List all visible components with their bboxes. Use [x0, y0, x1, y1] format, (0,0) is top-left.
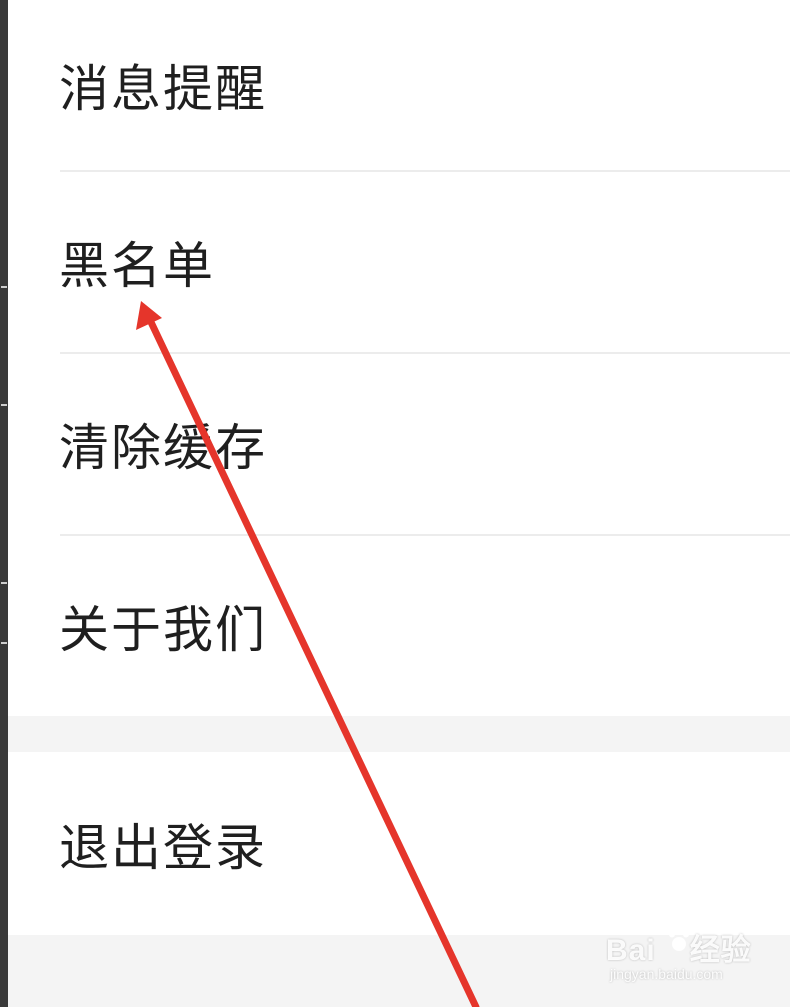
menu-item-message-reminder[interactable]: 消息提醒 — [8, 0, 790, 170]
watermark-brand-right: 经验 — [689, 934, 752, 967]
logout-label: 退出登录 — [59, 818, 267, 877]
settings-menu-group: 消息提醒 黑名单 清除缓存 关于我们 — [8, 0, 790, 716]
menu-item-blacklist[interactable]: 黑名单 — [8, 172, 790, 352]
logout-button[interactable]: 退出登录 — [8, 752, 790, 935]
edge-tick — [1, 286, 7, 288]
edge-tick — [1, 582, 7, 584]
left-edge-strip — [0, 0, 8, 1007]
settings-screen: 消息提醒 黑名单 清除缓存 关于我们 退出登录 — [8, 0, 790, 1007]
edge-tick — [1, 404, 7, 406]
baidu-jingyan-watermark: Bai 经验 jingyan.baidu.com — [606, 925, 756, 991]
paw-icon — [668, 925, 690, 951]
menu-item-about-us[interactable]: 关于我们 — [8, 536, 790, 716]
logout-group: 退出登录 — [8, 752, 790, 935]
menu-item-label: 清除缓存 — [59, 419, 267, 477]
edge-tick — [1, 642, 7, 644]
menu-item-label: 黑名单 — [59, 237, 215, 295]
menu-item-clear-cache[interactable]: 清除缓存 — [8, 354, 790, 534]
watermark-brand-left: Bai — [606, 934, 656, 967]
watermark-url: jingyan.baidu.com — [610, 966, 723, 982]
menu-item-label: 消息提醒 — [59, 60, 267, 118]
menu-item-label: 关于我们 — [59, 601, 267, 659]
